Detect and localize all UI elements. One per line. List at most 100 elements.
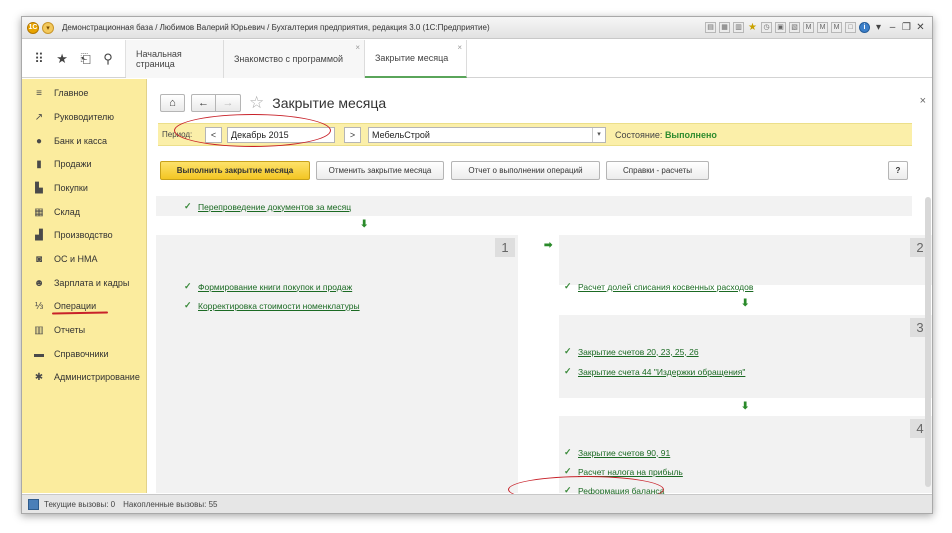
step-link[interactable]: Расчет налога на прибыль (578, 467, 683, 477)
memory-m-minus-icon[interactable]: M (831, 22, 842, 33)
sidebar-item-reports[interactable]: ▥ Отчеты (22, 321, 146, 339)
sidebar-item-purchases[interactable]: ▙ Покупки (22, 179, 146, 197)
factory-icon: ▟ (35, 229, 43, 241)
step-link[interactable]: Закрытие счетов 90, 91 (578, 448, 670, 458)
history-icon[interactable]: ⎗ (80, 51, 90, 67)
home-button[interactable]: ⌂ (160, 94, 185, 112)
sidebar-item-label: Отчеты (54, 325, 86, 335)
refs-calculations-button[interactable]: Справки - расчеты (606, 161, 709, 180)
close-icon[interactable]: ✕ (915, 22, 926, 33)
star-icon[interactable]: ★ (56, 51, 68, 67)
sidebar-item-label: Покупки (54, 183, 88, 193)
sidebar-item-sales[interactable]: ▮ Продажи (22, 155, 146, 173)
step-link[interactable]: Закрытие счета 44 "Издержки обращения" (578, 367, 745, 377)
period-next-button[interactable]: > (344, 127, 361, 143)
save-icon[interactable]: ▤ (705, 22, 716, 33)
tab-month-close[interactable]: Закрытие месяца × (365, 40, 467, 78)
tab-intro[interactable]: Знакомство с программой × (224, 40, 365, 78)
minimize-icon[interactable]: – (887, 22, 898, 33)
list-item: ✓ Закрытие счетов 20, 23, 25, 26 (564, 346, 699, 357)
search-icon[interactable]: ⚲ (103, 51, 113, 67)
favorite-star-icon[interactable]: ☆ (249, 93, 264, 113)
tab-label: Знакомство с программой (234, 54, 344, 64)
check-icon: ✓ (184, 300, 192, 310)
memory-m-plus-icon[interactable]: M (817, 22, 828, 33)
history-icon[interactable]: ◷ (761, 22, 772, 33)
step-block-1: 1 (156, 235, 518, 493)
step-link[interactable]: Формирование книги покупок и продаж (198, 282, 352, 292)
main-content: × ⌂ ← → ☆ Закрытие месяца Период: < Дека… (148, 79, 932, 503)
operations-report-button[interactable]: Отчет о выполнении операций (451, 161, 600, 180)
apps-grid-icon[interactable]: ⠿ (34, 51, 44, 67)
sidebar-item-bank[interactable]: ● Банк и касса (22, 132, 146, 150)
page-title: Закрытие месяца (272, 95, 387, 111)
list-item: ✓ Корректировка стоимости номенклатуры (184, 300, 360, 311)
restore-icon[interactable]: ❐ (901, 22, 912, 33)
close-icon[interactable]: × (920, 95, 926, 107)
check-icon: ✓ (564, 447, 572, 457)
favorite-star-icon[interactable]: ★ (747, 22, 758, 33)
step-link[interactable]: Расчет долей списания косвенных расходов (578, 282, 753, 292)
trend-icon: ↗ (34, 111, 44, 123)
state-text: Состояние: Выполнено (615, 130, 717, 140)
action-bar: Выполнить закрытие месяца Отменить закры… (160, 161, 912, 181)
sidebar-item-warehouse[interactable]: ▦ Склад (22, 203, 146, 221)
close-icon[interactable]: × (355, 43, 360, 52)
link-icon[interactable]: ▥ (733, 22, 744, 33)
sidebar-item-references[interactable]: ▬ Справочники (22, 345, 146, 363)
car-icon: ◙ (35, 253, 43, 265)
accumulated-calls: Накопленные вызовы: 55 (123, 500, 218, 509)
sidebar-item-assets[interactable]: ◙ ОС и НМА (22, 250, 146, 268)
page-header: ⌂ ← → ☆ Закрытие месяца (160, 93, 386, 113)
execute-close-button[interactable]: Выполнить закрытие месяца (160, 161, 310, 180)
gear-icon: ✱ (34, 371, 44, 383)
close-icon[interactable]: × (457, 43, 462, 52)
calculator-icon[interactable]: ▧ (789, 22, 800, 33)
memory-m-icon[interactable]: M (803, 22, 814, 33)
sidebar-item-production[interactable]: ▟ Производство (22, 226, 146, 244)
app-logo-icon[interactable]: 1С (27, 21, 39, 34)
organization-value: МебельСтрой (372, 130, 430, 140)
state-value: Выполнено (664, 130, 717, 140)
check-icon: ✓ (564, 366, 572, 376)
cancel-close-button[interactable]: Отменить закрытие месяца (316, 161, 444, 180)
vertical-scrollbar[interactable] (924, 187, 932, 493)
check-icon: ✓ (184, 281, 192, 291)
back-button[interactable]: ← (191, 94, 216, 112)
sidebar-item-manager[interactable]: ↗ Руководителю (22, 108, 146, 126)
help-button[interactable]: ? (888, 161, 908, 180)
calendar-icon[interactable]: ▣ (775, 22, 786, 33)
step-link[interactable]: Перепроведение документов за месяц (198, 202, 351, 212)
tab-label: Начальная страница (136, 49, 182, 69)
sidebar-item-label: Справочники (54, 349, 109, 359)
chevron-down-icon[interactable]: ▾ (592, 128, 605, 142)
current-calls: Текущие вызовы: 0 (44, 500, 116, 509)
step-link[interactable]: Закрытие счетов 20, 23, 25, 26 (578, 347, 699, 357)
sidebar-item-admin[interactable]: ✱ Администрирование (22, 368, 146, 386)
sidebar-item-label: ОС и НМА (54, 254, 98, 264)
list-item: ✓ Расчет долей списания косвенных расход… (564, 281, 753, 292)
sidebar-item-main[interactable]: ≡ Главное (22, 84, 146, 102)
calls-icon (28, 499, 39, 510)
cart-icon: ▙ (35, 182, 43, 194)
status-bar: Текущие вызовы: 0 Накопленные вызовы: 55 (22, 494, 932, 513)
step-link[interactable]: Корректировка стоимости номенклатуры (198, 301, 360, 311)
sidebar-item-label: Производство (54, 230, 113, 240)
tab-home[interactable]: Начальная страница (126, 40, 224, 78)
print-icon[interactable]: ▦ (719, 22, 730, 33)
scrollbar-thumb[interactable] (925, 197, 931, 487)
state-label: Состояние: (615, 130, 663, 140)
forward-button[interactable]: → (216, 94, 241, 112)
list-item: ✓ Закрытие счета 44 "Издержки обращения" (564, 366, 745, 377)
sidebar-item-label: Администрирование (54, 372, 140, 382)
sidebar-item-label: Склад (54, 207, 81, 217)
info-icon[interactable]: i (859, 22, 870, 33)
sidebar-item-salary[interactable]: ☻ Зарплата и кадры (22, 274, 146, 292)
organization-select[interactable]: МебельСтрой ▾ (368, 127, 606, 143)
zoom-icon[interactable]: □ (845, 22, 856, 33)
tab-label: Закрытие месяца (375, 53, 449, 63)
arrow-down-icon: ⬇ (360, 219, 369, 230)
chevron-down-icon[interactable]: ▾ (873, 22, 884, 33)
main-menu-icon[interactable]: ▾ (42, 21, 54, 34)
arrow-down-icon: ⬇ (741, 298, 750, 309)
